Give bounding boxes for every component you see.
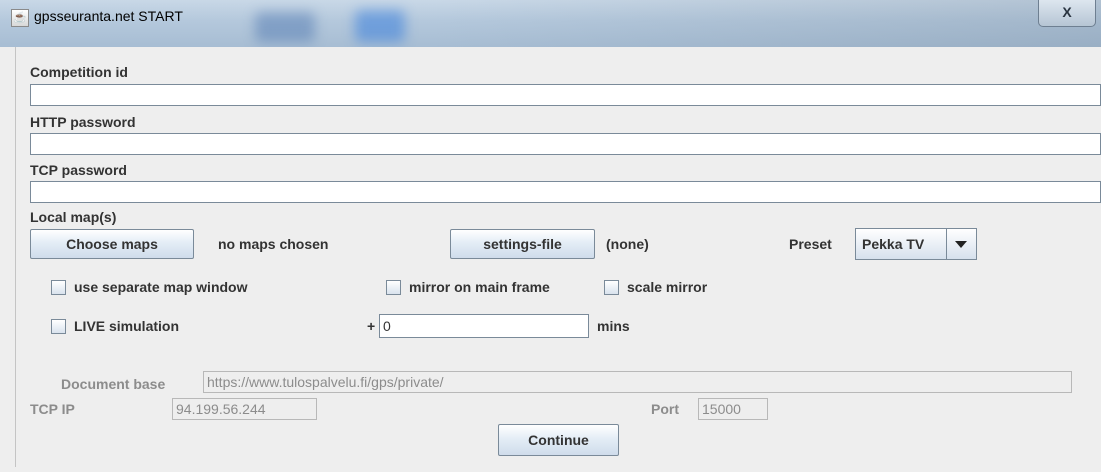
checkbox-box[interactable]	[604, 279, 619, 295]
choose-maps-button[interactable]: Choose maps	[30, 229, 194, 259]
app-window: ☕ gpsseuranta.net START X Competition id…	[0, 0, 1101, 472]
port-label: Port	[651, 401, 679, 417]
offset-plus-sign: +	[367, 318, 376, 334]
chevron-down-icon	[955, 241, 967, 248]
tcp-password-label: TCP password	[30, 162, 127, 178]
dropdown-arrow-button[interactable]	[946, 229, 976, 259]
title-bar[interactable]: ☕ gpsseuranta.net START X	[0, 0, 1101, 47]
settings-file-button[interactable]: settings-file	[450, 229, 595, 259]
close-button[interactable]: X	[1038, 0, 1096, 27]
checkbox-label: mirror on main frame	[409, 279, 550, 295]
http-password-input[interactable]	[30, 133, 1101, 155]
checkbox-label: LIVE simulation	[74, 318, 180, 334]
document-base-label: Document base	[61, 376, 166, 392]
offset-unit-label: mins	[597, 318, 630, 334]
offset-minutes-input[interactable]	[379, 314, 589, 338]
use-separate-map-window-checkbox[interactable]: use separate map window	[51, 279, 248, 295]
titlebar-background-blur	[255, 12, 315, 42]
titlebar-background-blur	[355, 10, 405, 42]
tcp-ip-input[interactable]	[172, 398, 317, 420]
mirror-on-main-frame-checkbox[interactable]: mirror on main frame	[386, 279, 550, 295]
checkbox-box[interactable]	[386, 279, 401, 295]
window-title: gpsseuranta.net START	[34, 8, 183, 24]
tcp-password-input[interactable]	[30, 181, 1101, 203]
checkbox-box[interactable]	[51, 279, 66, 295]
titlebar-gradient	[430, 0, 1101, 47]
settings-file-status: (none)	[606, 236, 649, 252]
maps-status-text: no maps chosen	[218, 236, 329, 252]
live-simulation-checkbox[interactable]: LIVE simulation	[51, 318, 179, 334]
checkbox-label: scale mirror	[627, 279, 708, 295]
tcp-ip-label: TCP IP	[30, 401, 75, 417]
competition-id-label: Competition id	[30, 64, 128, 80]
java-icon: ☕	[11, 9, 29, 27]
preset-selected-value: Pekka TV	[862, 236, 925, 252]
preset-label: Preset	[789, 236, 832, 252]
competition-id-input[interactable]	[30, 84, 1101, 106]
checkbox-box[interactable]	[51, 318, 66, 334]
scale-mirror-checkbox[interactable]: scale mirror	[604, 279, 707, 295]
continue-button[interactable]: Continue	[498, 424, 619, 456]
http-password-label: HTTP password	[30, 114, 136, 130]
checkbox-label: use separate map window	[74, 279, 248, 295]
local-maps-label: Local map(s)	[30, 209, 117, 225]
document-base-input[interactable]	[203, 371, 1072, 393]
preset-dropdown[interactable]: Pekka TV	[855, 228, 977, 260]
port-input[interactable]	[698, 398, 768, 420]
